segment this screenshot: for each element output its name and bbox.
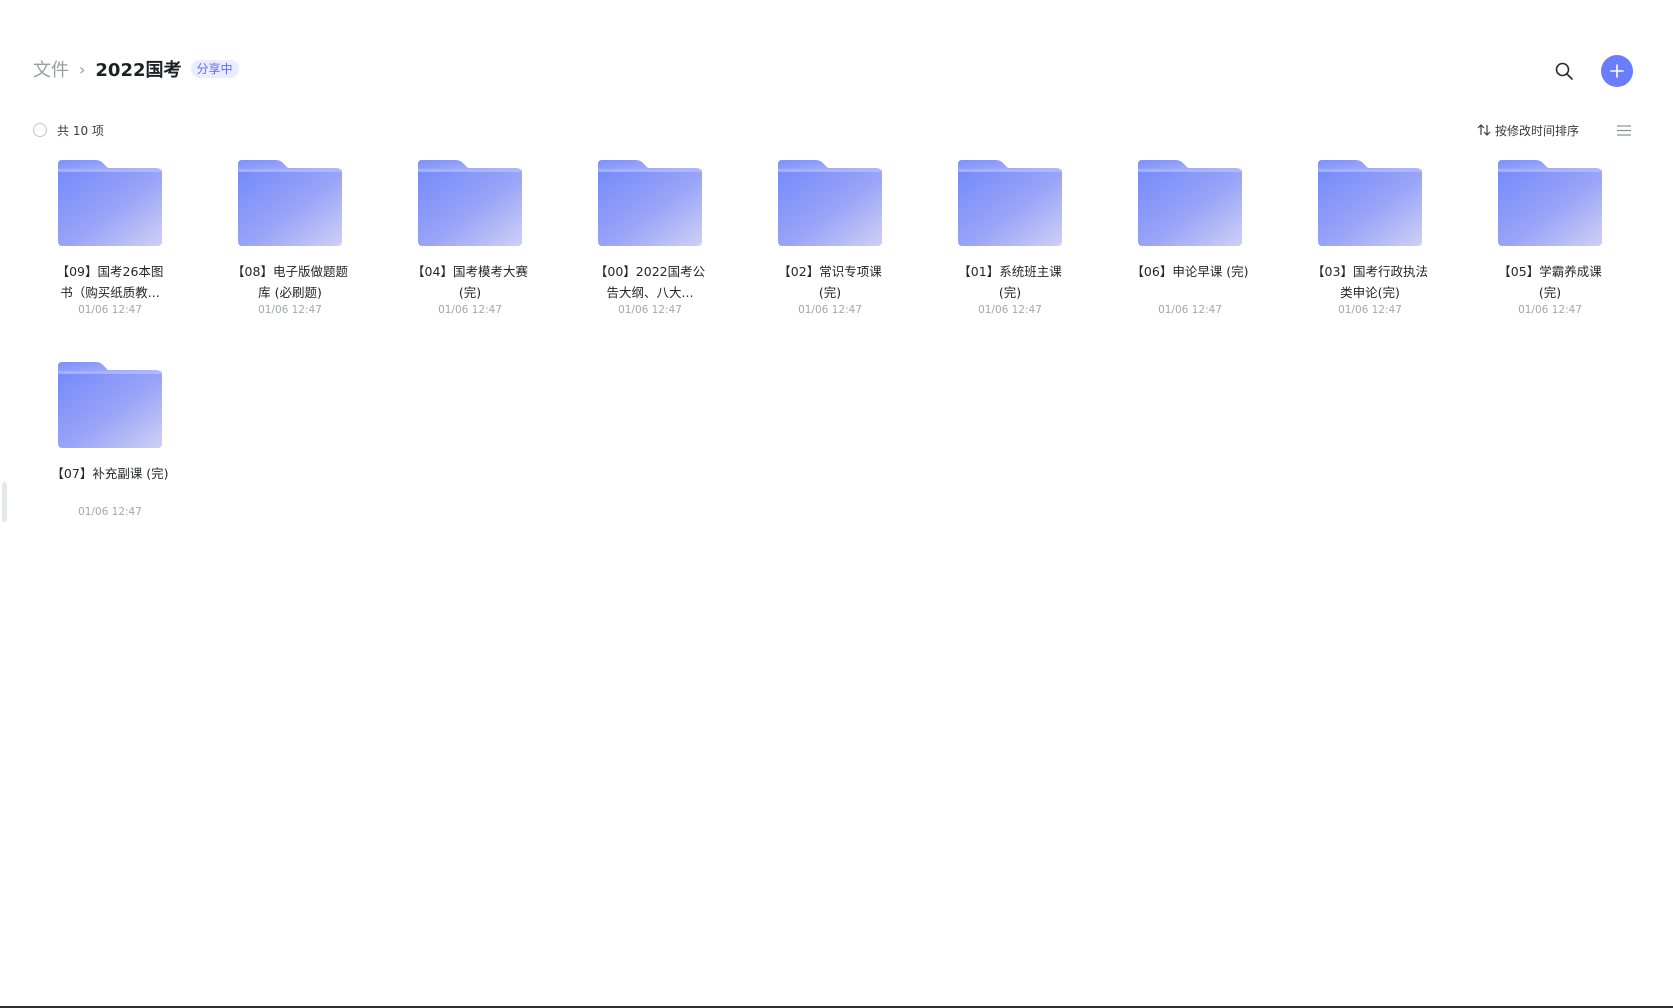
list-toolbar: 共 10 项 按修改时间排序 xyxy=(33,119,1633,141)
toolbar-right: 按修改时间排序 xyxy=(1477,119,1633,141)
sort-button[interactable]: 按修改时间排序 xyxy=(1477,122,1579,139)
plus-icon xyxy=(1610,64,1624,78)
folder-item[interactable]: 【05】学霸养成课 (完) 01/06 12:47 xyxy=(1485,160,1615,316)
share-status-badge: 分享中 xyxy=(190,60,239,78)
file-browser-page: 文件 › 2022国考 分享中 共 10 项 按修改时间排序 【09】国考26本… xyxy=(0,0,1673,1008)
folder-name: 【07】补充副课 (完) xyxy=(51,466,169,481)
folder-name: 【04】国考模考大赛 (完) xyxy=(412,264,528,300)
folder-icon xyxy=(58,362,162,448)
folder-modified-time: 01/06 12:47 xyxy=(1518,304,1582,316)
folder-name: 【00】2022国考公告大纲、八大... xyxy=(594,264,706,300)
folder-modified-time: 01/06 12:47 xyxy=(258,304,322,316)
folder-modified-time: 01/06 12:47 xyxy=(1158,304,1222,316)
folder-modified-time: 01/06 12:47 xyxy=(78,304,142,316)
breadcrumb: 文件 › 2022国考 分享中 xyxy=(33,56,1633,82)
sort-label: 按修改时间排序 xyxy=(1494,123,1579,138)
page-title: 2022国考 xyxy=(95,60,182,81)
folder-item[interactable]: 【01】系统班主课 (完) 01/06 12:47 xyxy=(945,160,1075,316)
breadcrumb-root-link[interactable]: 文件 xyxy=(33,56,69,82)
folder-icon xyxy=(958,160,1062,246)
search-button[interactable] xyxy=(1547,54,1581,88)
list-view-icon xyxy=(1617,124,1631,136)
folder-item[interactable]: 【04】国考模考大赛 (完) 01/06 12:47 xyxy=(405,160,535,316)
folder-name: 【09】国考26本图书（购买纸质教... xyxy=(56,264,164,300)
folder-icon xyxy=(1498,160,1602,246)
scroll-handle[interactable] xyxy=(2,482,7,522)
folder-modified-time: 01/06 12:47 xyxy=(78,506,142,518)
folder-item[interactable]: 【02】常识专项课 (完) 01/06 12:47 xyxy=(765,160,895,316)
folder-modified-time: 01/06 12:47 xyxy=(438,304,502,316)
breadcrumb-separator: › xyxy=(79,59,86,79)
folder-item[interactable]: 【03】国考行政执法类申论(完) 01/06 12:47 xyxy=(1305,160,1435,316)
folder-icon xyxy=(1318,160,1422,246)
sort-arrows-icon xyxy=(1477,124,1491,136)
item-count: 共 10 项 xyxy=(57,123,104,138)
folder-icon xyxy=(598,160,702,246)
folder-name: 【06】申论早课 (完) xyxy=(1131,264,1249,279)
folder-modified-time: 01/06 12:47 xyxy=(978,304,1042,316)
view-toggle-button[interactable] xyxy=(1615,121,1633,139)
select-all-checkbox[interactable] xyxy=(33,123,47,137)
folder-item[interactable]: 【07】补充副课 (完) 01/06 12:47 xyxy=(45,362,175,518)
folder-icon xyxy=(778,160,882,246)
folder-item[interactable]: 【08】电子版做题题库 (必刷题) 01/06 12:47 xyxy=(225,160,355,316)
folder-modified-time: 01/06 12:47 xyxy=(1338,304,1402,316)
folder-item[interactable]: 【00】2022国考公告大纲、八大... 01/06 12:47 xyxy=(585,160,715,316)
header-actions xyxy=(1547,54,1633,88)
folder-icon xyxy=(238,160,342,246)
add-button[interactable] xyxy=(1601,55,1633,87)
folder-name: 【03】国考行政执法类申论(完) xyxy=(1312,264,1428,300)
folder-name: 【05】学霸养成课 (完) xyxy=(1498,264,1602,300)
folder-icon xyxy=(58,160,162,246)
folder-item[interactable]: 【06】申论早课 (完) 01/06 12:47 xyxy=(1125,160,1255,316)
folder-icon xyxy=(1138,160,1242,246)
folder-name: 【01】系统班主课 (完) xyxy=(958,264,1062,300)
folder-modified-time: 01/06 12:47 xyxy=(798,304,862,316)
folder-name: 【08】电子版做题题库 (必刷题) xyxy=(232,264,348,300)
folder-modified-time: 01/06 12:47 xyxy=(618,304,682,316)
folder-name: 【02】常识专项课 (完) xyxy=(778,264,882,300)
search-icon xyxy=(1555,62,1573,80)
folder-icon xyxy=(418,160,522,246)
folder-item[interactable]: 【09】国考26本图书（购买纸质教... 01/06 12:47 xyxy=(45,160,175,316)
folder-grid: 【09】国考26本图书（购买纸质教... 01/06 12:47 【08】电子版做… xyxy=(45,160,1655,518)
